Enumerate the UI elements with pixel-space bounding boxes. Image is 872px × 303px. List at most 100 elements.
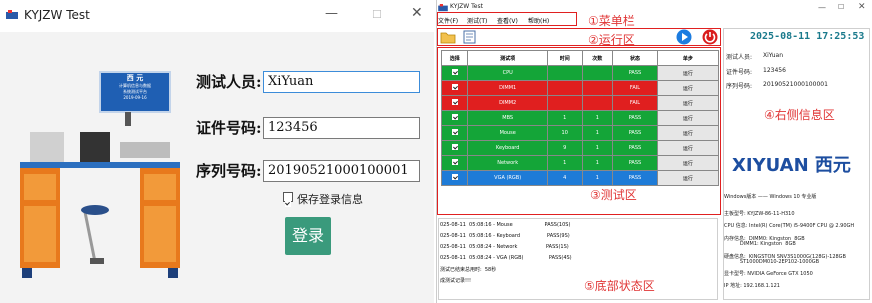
cell-status: PASS	[612, 125, 658, 141]
cell-time	[546, 95, 583, 111]
cell-step[interactable]: 运行	[656, 95, 720, 111]
save-checkbox[interactable]	[283, 192, 293, 207]
app-icon	[6, 10, 18, 19]
row-checkbox[interactable]	[451, 99, 458, 105]
cell-status: FAIL	[612, 95, 658, 111]
cell-step[interactable]: 运行	[656, 110, 720, 126]
info-ip: IP 地址: 192.168.1.121	[724, 283, 780, 289]
cell-count: 1	[581, 125, 614, 141]
info-mem-2: DIMM1: Kingston 8GB	[724, 241, 796, 247]
main-minimize-button[interactable]: —	[818, 3, 826, 12]
table-row: DIMM1 FAIL 运行	[440, 80, 720, 96]
cell-select[interactable]	[440, 110, 469, 126]
cell-status: FAIL	[612, 80, 658, 96]
cell-step[interactable]: 运行	[656, 170, 720, 186]
login-button[interactable]: 登录	[285, 217, 331, 255]
log-line: 测试已结束总用时: 58秒	[440, 267, 497, 273]
cell-step[interactable]: 运行	[656, 140, 720, 156]
log-line: 025-08-11 05:08:24 - VGA (RGB) PASS(4S)	[440, 255, 572, 261]
maximize-button[interactable]: ☐	[372, 8, 382, 21]
folder-icon[interactable]	[440, 30, 456, 44]
main-window-title: KYJZW Test	[450, 3, 483, 10]
log-line: 025-08-11 05:08:16 - Keyboard PASS(9S)	[440, 233, 570, 239]
datetime-display: 2025-08-11 17:25:53	[750, 31, 865, 42]
banner-text: 西 元 计算机信息与数据 系统测试平台 2019-09-16	[100, 73, 170, 100]
row-checkbox[interactable]	[451, 84, 458, 90]
close-button[interactable]: ✕	[411, 5, 423, 21]
serial-input[interactable]: 20190521000100001	[263, 160, 420, 182]
table-row: MBS 1 1 PASS 运行	[440, 110, 720, 126]
cell-time: 4	[546, 170, 583, 186]
cell-status: PASS	[612, 170, 658, 186]
cell-item: DIMM2	[467, 95, 548, 111]
login-window-title: KYJZW Test	[24, 8, 90, 22]
minimize-button[interactable]: —	[325, 6, 338, 21]
document-edit-icon[interactable]	[462, 30, 478, 44]
cell-count: 1	[581, 110, 614, 126]
cell-select[interactable]	[440, 155, 469, 171]
row-checkbox[interactable]	[451, 144, 458, 150]
login-window: KYJZW Test — ☐ ✕ 西 元 计算机信息与数据 系统测试平台 201…	[0, 0, 434, 303]
stop-power-icon[interactable]	[702, 29, 718, 45]
info-windows: Windows版本 —— Windows 10 专业版	[724, 194, 817, 200]
col-header-status: 状态	[612, 50, 658, 66]
cell-select[interactable]	[440, 140, 469, 156]
cell-item: Mouse	[467, 125, 548, 141]
cell-step[interactable]: 运行	[656, 80, 720, 96]
info-cpu: CPU 信息: Intel(R) Core(TM) i5-9400F CPU @…	[724, 223, 855, 229]
cell-select[interactable]	[440, 80, 469, 96]
annotation-menubar: ①菜单栏	[588, 14, 635, 28]
row-checkbox[interactable]	[451, 174, 458, 180]
table-header-row: 选择 测试项 时间 次数 状态 单步	[440, 50, 720, 66]
cell-item: CPU	[467, 65, 548, 81]
cell-time: 9	[546, 140, 583, 156]
row-checkbox[interactable]	[451, 114, 458, 120]
cell-status: PASS	[612, 110, 658, 126]
cell-count	[581, 95, 614, 111]
log-line: 025-08-11 05:08:24 - Network PASS(1S)	[440, 244, 569, 250]
col-header-time: 时间	[546, 50, 583, 66]
info-tester-value: XiYuan	[763, 52, 784, 59]
cell-time	[546, 65, 583, 81]
cell-step[interactable]: 运行	[656, 65, 720, 81]
cell-count: 1	[581, 140, 614, 156]
test-table: 选择 测试项 时间 次数 状态 单步 CPU PASS 运行 DIMM1 FAIL 运行 D…	[440, 50, 720, 186]
cell-time: 1	[546, 155, 583, 171]
tester-input[interactable]: XiYuan	[263, 71, 420, 93]
play-icon[interactable]	[676, 29, 692, 45]
table-row: Keyboard 9 1 PASS 运行	[440, 140, 720, 156]
cell-select[interactable]	[440, 125, 469, 141]
save-checkbox-label[interactable]: 保存登录信息	[297, 191, 363, 207]
cell-step[interactable]: 运行	[656, 155, 720, 171]
cell-item: Network	[467, 155, 548, 171]
log-line: 025-08-11 05:08:16 - Mouse PASS(10S)	[440, 222, 571, 228]
info-board: 主板型号: KYJZW-86-11-H310	[724, 211, 795, 217]
cell-status: PASS	[612, 65, 658, 81]
row-checkbox[interactable]	[451, 129, 458, 135]
cell-select[interactable]	[440, 95, 469, 111]
tester-label: 测试人员:	[196, 73, 262, 91]
row-checkbox[interactable]	[451, 159, 458, 165]
info-cert-value: 123456	[763, 67, 786, 74]
cell-time: 10	[546, 125, 583, 141]
cert-input[interactable]: 123456	[263, 117, 420, 139]
cell-step[interactable]: 运行	[656, 125, 720, 141]
cell-status: PASS	[612, 140, 658, 156]
main-maximize-button[interactable]: ☐	[838, 3, 844, 11]
cell-select[interactable]	[440, 65, 469, 81]
col-header-select: 选择	[440, 50, 469, 66]
table-row: VGA (RGB) 4 1 PASS 运行	[440, 170, 720, 186]
annotation-bottom: ⑤底部状态区	[584, 279, 655, 293]
annotation-test: ③测试区	[590, 188, 637, 202]
main-close-button[interactable]: ✕	[858, 2, 866, 12]
serial-label: 序列号码:	[196, 162, 262, 180]
info-cert-key: 证件号码:	[726, 69, 753, 76]
col-header-item: 测试项	[467, 50, 548, 66]
row-checkbox[interactable]	[451, 69, 458, 75]
banner-line-4: 2019-09-16	[123, 95, 147, 100]
cell-count: 1	[581, 170, 614, 186]
cell-select[interactable]	[440, 170, 469, 186]
cell-count: 1	[581, 155, 614, 171]
info-gpu: 显卡型号: NVIDIA GeForce GTX 1050	[724, 271, 813, 277]
cell-item: VGA (RGB)	[467, 170, 548, 186]
